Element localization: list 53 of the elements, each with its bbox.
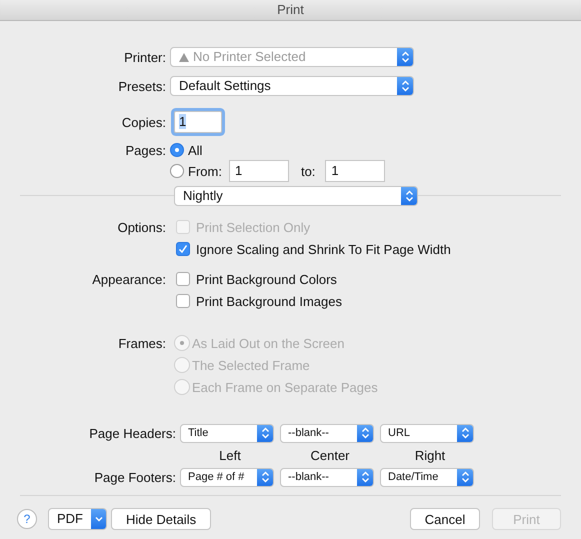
- checkbox[interactable]: [176, 294, 190, 308]
- cancel-button[interactable]: Cancel: [410, 508, 480, 530]
- header-dropdown[interactable]: URL: [380, 424, 474, 442]
- window-title: Print: [277, 2, 304, 17]
- option-label: to:: [300, 164, 316, 178]
- column-label: Center: [309, 448, 351, 462]
- checkbox-label: Ignore Scaling and Shrink To Fit Page Width: [196, 242, 451, 256]
- stepper-icon: [397, 77, 413, 95]
- panel-dropdown[interactable]: Nightly: [174, 186, 418, 206]
- stepper-icon: [357, 424, 373, 442]
- section-label: Options:: [116, 220, 167, 234]
- stepper-icon: [457, 424, 473, 442]
- checkbox-label: Print Background Images: [196, 294, 342, 308]
- hide-details-button[interactable]: Hide Details: [111, 508, 212, 530]
- header-dropdown[interactable]: --blank--: [280, 424, 374, 442]
- help-button[interactable]: ?: [17, 509, 37, 529]
- stepper-icon: [457, 468, 473, 486]
- stepper-icon: [257, 468, 273, 486]
- from-field[interactable]: 1: [228, 160, 289, 182]
- option-label: As Laid Out on the Screen: [192, 336, 344, 350]
- checkbox[interactable]: [176, 242, 190, 256]
- radio-button[interactable]: [170, 143, 184, 157]
- field-label: Pages:: [124, 142, 167, 158]
- footer-dropdown[interactable]: --blank--: [280, 468, 374, 486]
- option-label: Each Frame on Separate Pages: [192, 380, 378, 394]
- column-label: Right: [414, 448, 446, 462]
- footer-dropdown[interactable]: Page # of #: [180, 468, 274, 486]
- checkbox[interactable]: [176, 272, 190, 286]
- caret-icon: [91, 509, 106, 529]
- field-label: Printer:: [123, 50, 167, 64]
- option-label: All: [188, 142, 202, 158]
- section-label: Page Headers:: [88, 426, 177, 440]
- column-label: Left: [218, 448, 242, 462]
- copies-field[interactable]: 1: [174, 111, 222, 133]
- radio-button[interactable]: [170, 164, 184, 178]
- footer-dropdown[interactable]: Date/Time: [380, 468, 474, 486]
- option-label: The Selected Frame: [192, 358, 310, 372]
- to-field[interactable]: 1: [325, 160, 386, 182]
- option-label: From:: [188, 164, 222, 178]
- presets-dropdown[interactable]: Default Settings: [170, 76, 414, 96]
- stepper-icon: [397, 48, 413, 66]
- header-dropdown[interactable]: Title: [180, 424, 274, 442]
- section-label: Appearance:: [91, 272, 167, 286]
- stepper-icon: [357, 468, 373, 486]
- stepper-icon: [257, 424, 273, 442]
- field-label: Presets:: [117, 78, 167, 94]
- stepper-icon: [401, 187, 417, 205]
- section-label: Frames:: [117, 336, 167, 350]
- field-label: Copies:: [120, 114, 167, 130]
- checkbox-label: Print Selection Only: [196, 220, 310, 234]
- section-label: Page Footers:: [93, 470, 177, 484]
- checkbox-label: Print Background Colors: [196, 272, 337, 286]
- pdf-menu-button[interactable]: PDF: [48, 508, 107, 530]
